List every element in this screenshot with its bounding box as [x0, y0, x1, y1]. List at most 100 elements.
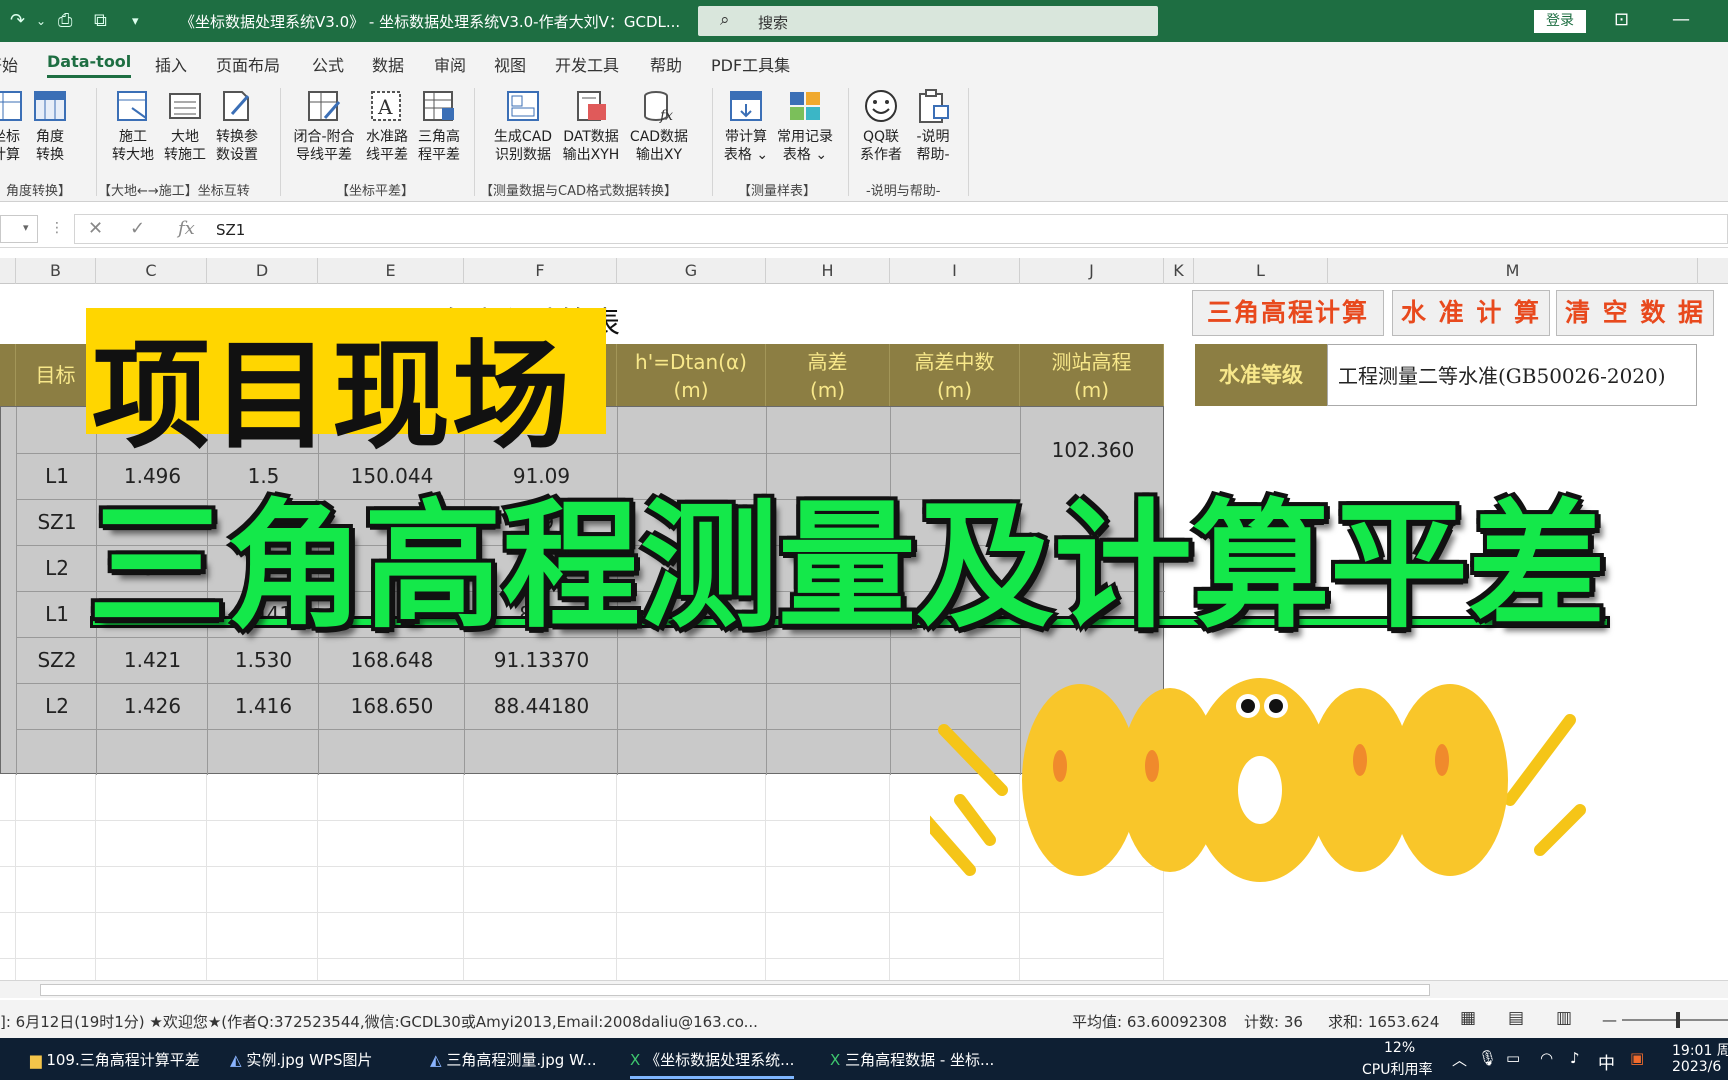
construction-to-geodetic-button[interactable]: 施工 转大地	[108, 88, 158, 164]
app-tray-icon[interactable]: ▣	[1630, 1049, 1644, 1067]
speaker-icon[interactable]: ♪	[1570, 1049, 1580, 1067]
column-header-k[interactable]: K	[1164, 258, 1194, 284]
group-label-adjustment: 【坐标平差】	[336, 184, 415, 199]
print-preview-icon[interactable]: ⎙	[58, 10, 72, 31]
tab-pdf-tools[interactable]: PDF工具集	[711, 52, 790, 76]
search-box[interactable]: ⌕ 搜索	[698, 6, 1158, 36]
cell-f[interactable]: 88.44180	[465, 683, 618, 729]
common-record-tables-dropdown[interactable]: 常用记录 表格 ⌄	[772, 88, 838, 164]
dat-output-xyh-button[interactable]: DAT数据 输出XYH	[558, 88, 624, 164]
calc-tables-dropdown[interactable]: 带计算 表格 ⌄	[720, 88, 772, 164]
column-header-j[interactable]: J	[1020, 258, 1164, 284]
column-header-i[interactable]: I	[890, 258, 1020, 284]
level-grade-value[interactable]: 工程测量二等水准(GB50026-2020)	[1327, 344, 1697, 406]
clock-date[interactable]: 2023/6	[1672, 1059, 1721, 1075]
zoom-out-icon[interactable]: —	[1602, 1011, 1617, 1029]
horizontal-scrollbar[interactable]	[0, 980, 1728, 998]
geodetic-to-construction-button[interactable]: 大地 转施工	[160, 88, 210, 164]
tab-data-tool[interactable]: Data-tool	[47, 52, 132, 78]
cell-c[interactable]: 1.426	[97, 683, 208, 729]
ribbon-display-icon[interactable]: ⊡	[1614, 9, 1629, 30]
header-station-elevation: 测站高程 (m)	[1020, 344, 1164, 406]
taskbar-item-excel-2[interactable]: X 三角高程数据 - 坐标...	[830, 1049, 994, 1070]
column-header-d[interactable]: D	[207, 258, 318, 284]
coordinate-calc-button[interactable]: 坐标计算	[0, 88, 28, 164]
level-a-icon: A	[371, 91, 401, 121]
trig-leveling-adjustment-button[interactable]: 三角高 程平差	[414, 88, 464, 164]
cell-d[interactable]: 1.416	[208, 683, 319, 729]
wow-sticker-icon	[930, 678, 1586, 882]
confirm-icon[interactable]: ✓	[130, 218, 145, 239]
formula-content[interactable]: SZ1	[216, 221, 245, 239]
taskbar-item-folder[interactable]: ▆ 109.三角高程计算平差	[30, 1049, 200, 1070]
tab-help[interactable]: 帮助	[650, 52, 682, 76]
cell-e[interactable]: 168.650	[319, 683, 465, 729]
tab-formulas[interactable]: 公式	[312, 52, 344, 76]
help-notes-button[interactable]: -说明 帮助-	[910, 88, 956, 164]
excel-icon: X	[830, 1051, 841, 1069]
minimize-icon[interactable]: —	[1672, 9, 1690, 30]
leveling-calc-button[interactable]: 水 准 计 算	[1392, 290, 1550, 336]
redo-dropdown-icon[interactable]: ⌄	[36, 14, 46, 28]
ime-indicator[interactable]: 中	[1598, 1049, 1615, 1074]
battery-icon[interactable]: ▭	[1506, 1049, 1520, 1067]
trig-leveling-calc-button[interactable]: 三角高程计算	[1192, 290, 1384, 336]
transform-params-button[interactable]: 转换参 数设置	[212, 88, 262, 164]
column-header-h[interactable]: H	[766, 258, 890, 284]
group-label-cad-convert: 【测量数据与CAD格式数据转换】	[480, 184, 677, 199]
status-message: ]: 6月12日(19时1分) ★欢迎您★(作者Q:372523544,微信:G…	[0, 1013, 758, 1031]
cell-target[interactable]: L1	[17, 453, 97, 499]
group-label-sample-tables: 【测量样表】	[738, 184, 817, 199]
login-button[interactable]: 登录	[1534, 10, 1586, 33]
name-box[interactable]: ▾	[0, 215, 38, 243]
angle-convert-button[interactable]: 角度 转换	[28, 88, 72, 164]
zoom-slider-thumb[interactable]	[1676, 1012, 1680, 1028]
normal-view-icon[interactable]: ▦	[1460, 1008, 1476, 1028]
chevron-up-icon[interactable]: ︿	[1452, 1049, 1467, 1070]
tab-review[interactable]: 审阅	[434, 52, 466, 76]
grid-pencil-icon	[308, 91, 341, 121]
function-icon[interactable]: fx	[178, 218, 195, 239]
taskbar-item-excel-active[interactable]: X 《坐标数据处理系统...	[630, 1049, 795, 1079]
column-header-b[interactable]: B	[16, 258, 96, 284]
quick-action-icon[interactable]: ⧉	[94, 10, 107, 31]
page-layout-view-icon[interactable]: ▤	[1508, 1008, 1524, 1028]
cell-target[interactable]: L1	[17, 591, 97, 637]
wifi-icon[interactable]: ◠	[1540, 1049, 1553, 1067]
traverse-adjustment-button[interactable]: 闭合-附合 导线平差	[288, 88, 360, 164]
column-header-e[interactable]: E	[318, 258, 464, 284]
page-break-view-icon[interactable]: ▥	[1556, 1008, 1572, 1028]
microphone-icon[interactable]: 🎙	[1478, 1049, 1497, 1067]
cell-target[interactable]: SZ1	[17, 499, 97, 545]
tab-developer[interactable]: 开发工具	[555, 52, 619, 76]
tab-home[interactable]: 开始	[0, 52, 18, 76]
cell-target[interactable]: L2	[17, 683, 97, 729]
clock-time[interactable]: 19:01 周	[1672, 1040, 1728, 1060]
column-header-f[interactable]: F	[464, 258, 617, 284]
cell-target[interactable]: SZ2	[17, 637, 97, 683]
zoom-slider[interactable]	[1622, 1019, 1728, 1021]
cancel-icon[interactable]: ✕	[88, 218, 103, 239]
group-label-angle: 角度转换】	[6, 184, 72, 199]
column-header-c[interactable]: C	[96, 258, 207, 284]
level-route-adjustment-button[interactable]: A 水准路 线平差	[362, 88, 412, 164]
customize-toolbar-icon[interactable]: ▾	[132, 14, 139, 29]
cad-output-xy-button[interactable]: fx CAD数据 输出XY	[626, 88, 692, 164]
tab-insert[interactable]: 插入	[155, 52, 187, 76]
tab-page-layout[interactable]: 页面布局	[216, 52, 280, 76]
status-bar: ]: 6月12日(19时1分) ★欢迎您★(作者Q:372523544,微信:G…	[0, 1000, 1728, 1038]
column-header-l[interactable]: L	[1194, 258, 1328, 284]
column-header-g[interactable]: G	[617, 258, 766, 284]
generate-cad-data-button[interactable]: 生成CAD 识别数据	[490, 88, 556, 164]
clear-data-button[interactable]: 清 空 数 据	[1556, 290, 1714, 336]
contact-author-button[interactable]: QQ联 系作者	[856, 88, 906, 164]
taskbar-item-wps-image-1[interactable]: ◭ 实例.jpg WPS图片	[230, 1049, 372, 1070]
column-header-m[interactable]: M	[1328, 258, 1698, 284]
scroll-thumb[interactable]	[40, 984, 1430, 996]
redo-icon[interactable]: ↷	[10, 10, 25, 31]
taskbar-item-wps-image-2[interactable]: ◭ 三角高程测量.jpg W...	[430, 1049, 597, 1070]
tab-data[interactable]: 数据	[372, 52, 404, 76]
tab-view[interactable]: 视图	[494, 52, 526, 76]
table-grid-icon	[0, 91, 22, 121]
cell-target[interactable]: L2	[17, 545, 97, 591]
